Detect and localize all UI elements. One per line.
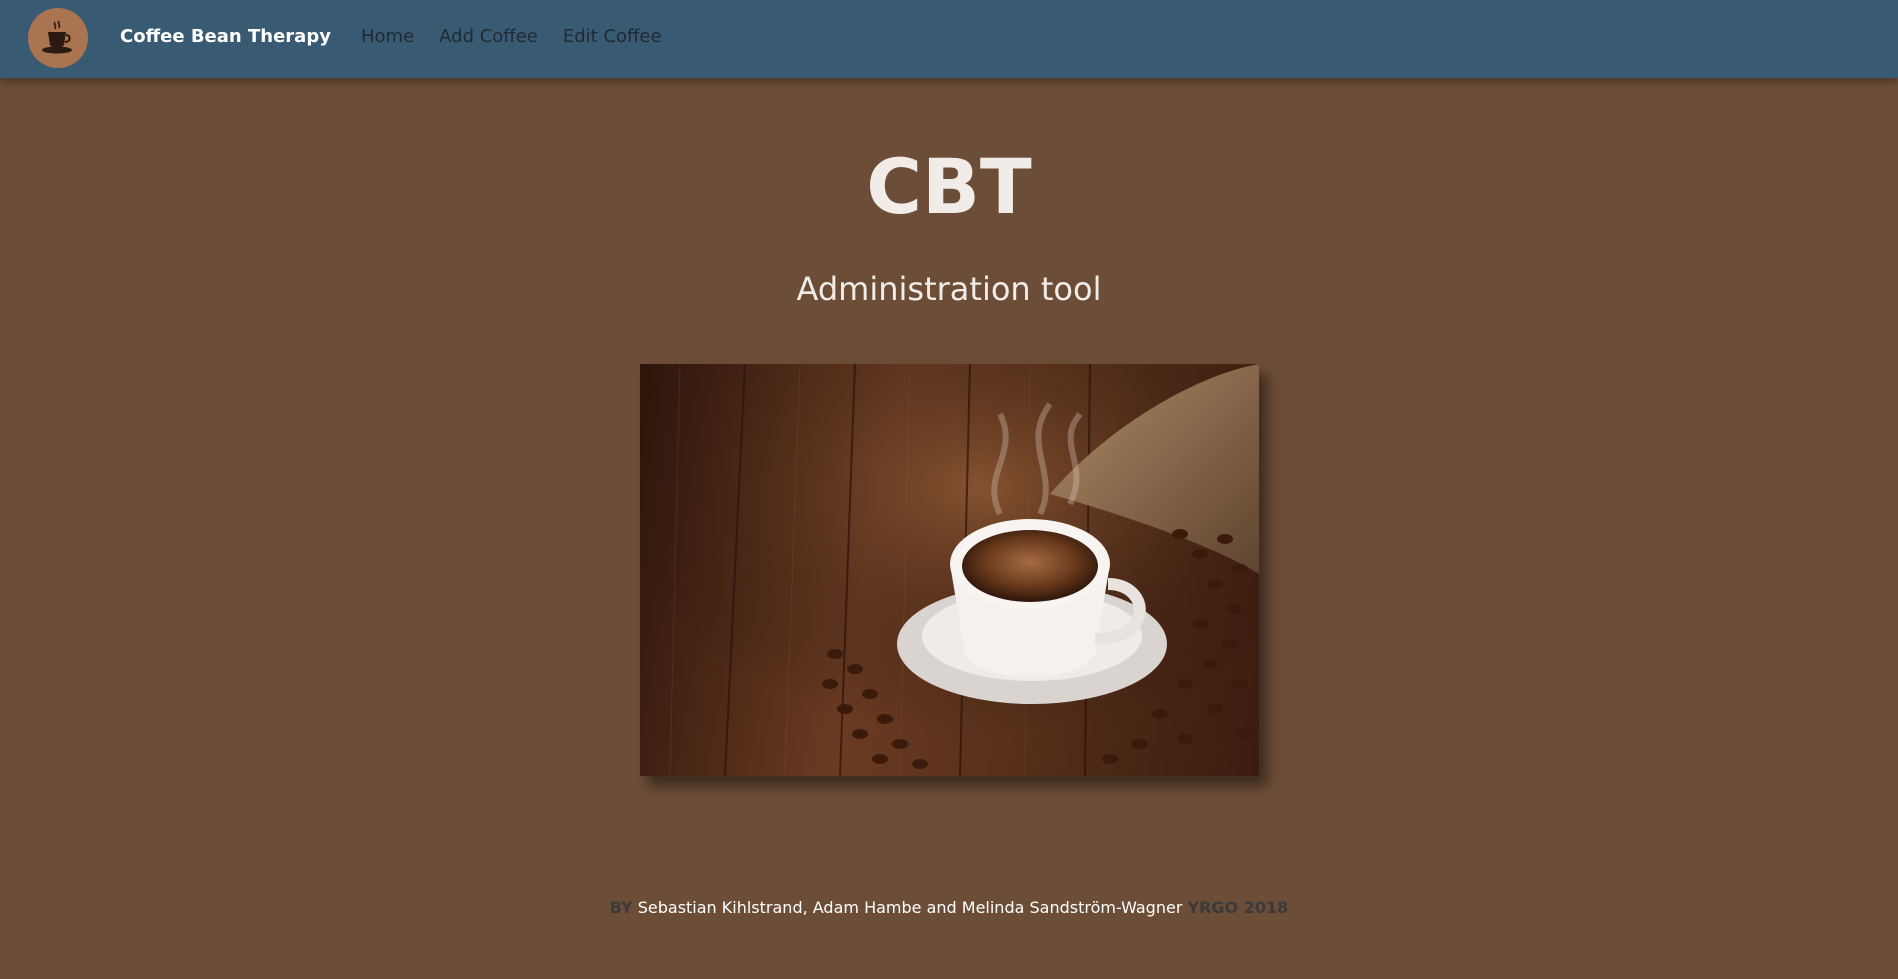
nav-links: Home Add Coffee Edit Coffee bbox=[361, 26, 687, 47]
nav-add-coffee[interactable]: Add Coffee bbox=[439, 26, 538, 47]
nav-edit-coffee[interactable]: Edit Coffee bbox=[563, 26, 662, 47]
footer-authors: Sebastian Kihlstrand, Adam Hambe and Mel… bbox=[637, 898, 1183, 917]
coffee-cup-icon bbox=[42, 20, 72, 54]
footer-by-label: BY bbox=[609, 898, 633, 917]
footer: BY Sebastian Kihlstrand, Adam Hambe and … bbox=[0, 898, 1898, 917]
logo[interactable] bbox=[28, 8, 88, 68]
brand-link[interactable]: Coffee Bean Therapy bbox=[120, 26, 331, 47]
page-title: CBT bbox=[866, 142, 1032, 231]
nav-home[interactable]: Home bbox=[361, 26, 414, 47]
footer-org: YRGO 2018 bbox=[1187, 898, 1289, 917]
navbar: Coffee Bean Therapy Home Add Coffee Edit… bbox=[0, 0, 1898, 78]
coffee-photo bbox=[640, 364, 1259, 776]
page-subtitle: Administration tool bbox=[796, 270, 1102, 308]
